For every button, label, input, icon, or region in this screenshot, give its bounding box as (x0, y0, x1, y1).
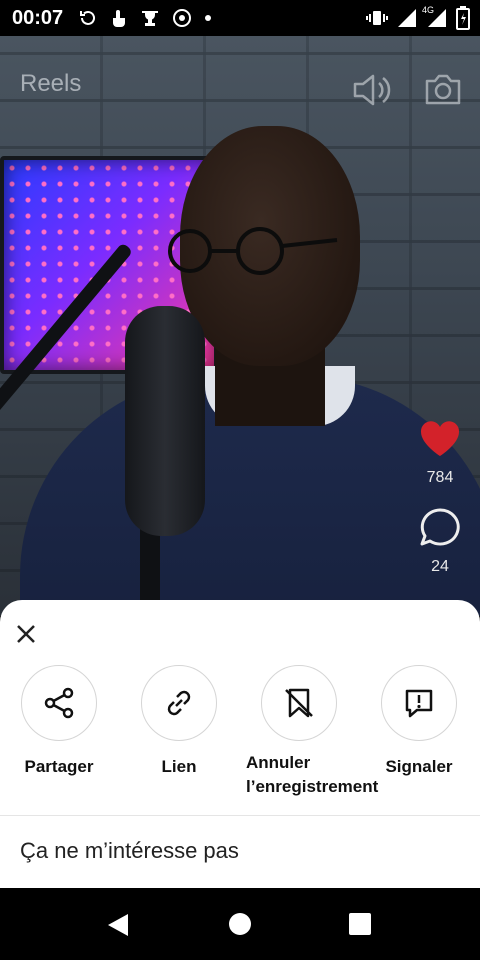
volume-icon[interactable] (352, 72, 392, 108)
report-icon (405, 689, 433, 718)
home-icon[interactable] (228, 912, 252, 936)
share-icon (44, 687, 74, 719)
link-circle (141, 665, 217, 741)
share-circle (21, 665, 97, 741)
bookmark-remove-icon (285, 688, 313, 718)
unsave-circle (261, 665, 337, 741)
not-interested-option[interactable]: Ça ne m’intéresse pas (20, 838, 239, 864)
signal-4g-icon (428, 9, 446, 27)
close-icon (17, 625, 35, 643)
microphone (125, 306, 205, 536)
bottom-sheet: Partager Lien Annuler l’enregistrement S… (0, 600, 480, 888)
person-glasses (168, 227, 338, 275)
report-label: Signaler (385, 757, 453, 776)
unsave-label: Annuler l’enregistrement (246, 753, 379, 796)
recents-icon[interactable] (348, 912, 372, 936)
side-actions: 784 24 (418, 420, 462, 576)
report-circle (381, 665, 457, 741)
signal-icon (398, 9, 416, 27)
status-right-icons (366, 6, 470, 30)
close-button[interactable] (12, 620, 40, 648)
page-title: Reels (20, 70, 82, 97)
chrome-icon (173, 9, 191, 27)
status-left-icons (78, 8, 212, 28)
link-label: Lien (161, 757, 197, 776)
rotate-icon (80, 10, 95, 25)
touch-icon (113, 10, 125, 27)
dot-icon (205, 15, 211, 21)
comment-count: 24 (431, 558, 449, 575)
unsave-button[interactable]: Annuler l’enregistrement (244, 665, 379, 799)
link-icon (167, 690, 191, 716)
reel-video[interactable] (0, 36, 480, 616)
sheet-divider (0, 815, 480, 816)
system-nav-bar (0, 888, 480, 960)
status-time: 00:07 (12, 7, 64, 29)
vibrate-icon (366, 11, 388, 25)
like-count: 784 (426, 469, 454, 486)
heart-icon[interactable] (419, 420, 461, 458)
share-label: Partager (24, 757, 94, 776)
status-bar: 00:07 4G (0, 0, 480, 36)
battery-icon (456, 6, 470, 30)
trophy-icon (142, 11, 158, 26)
camera-icon[interactable] (424, 72, 462, 108)
back-icon[interactable] (106, 912, 130, 938)
comment-icon[interactable] (419, 507, 461, 547)
report-button[interactable]: Signaler (364, 665, 474, 779)
link-button[interactable]: Lien (124, 665, 234, 779)
share-button[interactable]: Partager (4, 665, 114, 779)
